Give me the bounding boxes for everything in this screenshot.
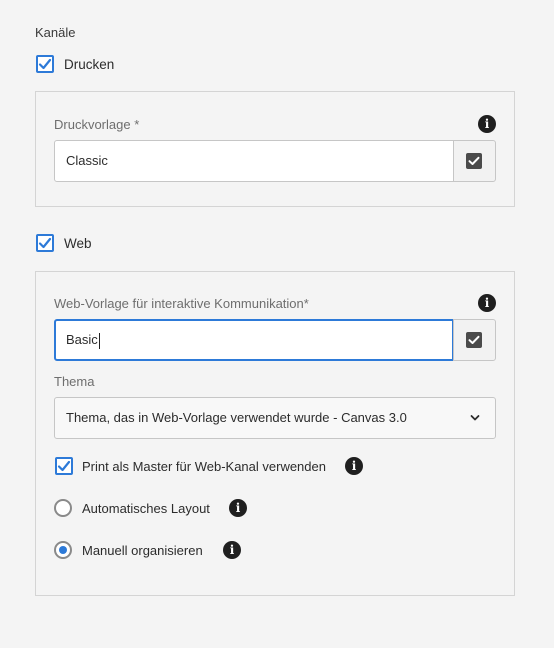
web-template-value: Basic	[66, 332, 98, 347]
print-template-input[interactable]: Classic	[54, 140, 454, 182]
info-icon[interactable]: i	[223, 541, 241, 559]
checkbox-icon	[466, 153, 482, 169]
print-channel-checkbox[interactable]	[36, 55, 54, 73]
web-template-input[interactable]: Basic	[54, 319, 454, 361]
auto-layout-radio[interactable]	[54, 499, 72, 517]
manual-layout-label: Manuell organisieren	[82, 543, 203, 558]
info-icon[interactable]: i	[478, 294, 496, 312]
print-as-master-checkbox[interactable]	[55, 457, 73, 475]
theme-select-value: Thema, das in Web-Vorlage verwendet wurd…	[66, 410, 407, 425]
theme-label: Thema	[54, 374, 95, 389]
web-template-picker-button[interactable]	[453, 319, 496, 361]
channels-heading: Kanäle	[35, 25, 76, 40]
checkmark-icon	[38, 237, 52, 249]
print-template-picker-button[interactable]	[453, 140, 496, 182]
web-channel-checkbox[interactable]	[36, 234, 54, 252]
manual-layout-radio[interactable]	[54, 541, 72, 559]
auto-layout-label: Automatisches Layout	[82, 501, 210, 516]
info-icon[interactable]: i	[478, 115, 496, 133]
print-template-value: Classic	[66, 153, 108, 168]
info-icon[interactable]: i	[345, 457, 363, 475]
text-caret	[98, 332, 100, 349]
radio-selected-dot	[59, 546, 67, 554]
print-as-master-label: Print als Master für Web-Kanal verwenden	[82, 459, 326, 474]
web-channel-label: Web	[64, 236, 92, 251]
checkmark-icon	[57, 460, 71, 472]
print-template-label: Druckvorlage *	[54, 117, 140, 132]
print-channel-label: Drucken	[64, 57, 115, 72]
theme-select[interactable]: Thema, das in Web-Vorlage verwendet wurd…	[54, 397, 496, 439]
chevron-down-icon	[469, 398, 481, 454]
checkbox-icon	[466, 332, 482, 348]
checkmark-icon	[38, 58, 52, 70]
info-icon[interactable]: i	[229, 499, 247, 517]
web-template-label: Web-Vorlage für interaktive Kommunikatio…	[54, 296, 309, 311]
